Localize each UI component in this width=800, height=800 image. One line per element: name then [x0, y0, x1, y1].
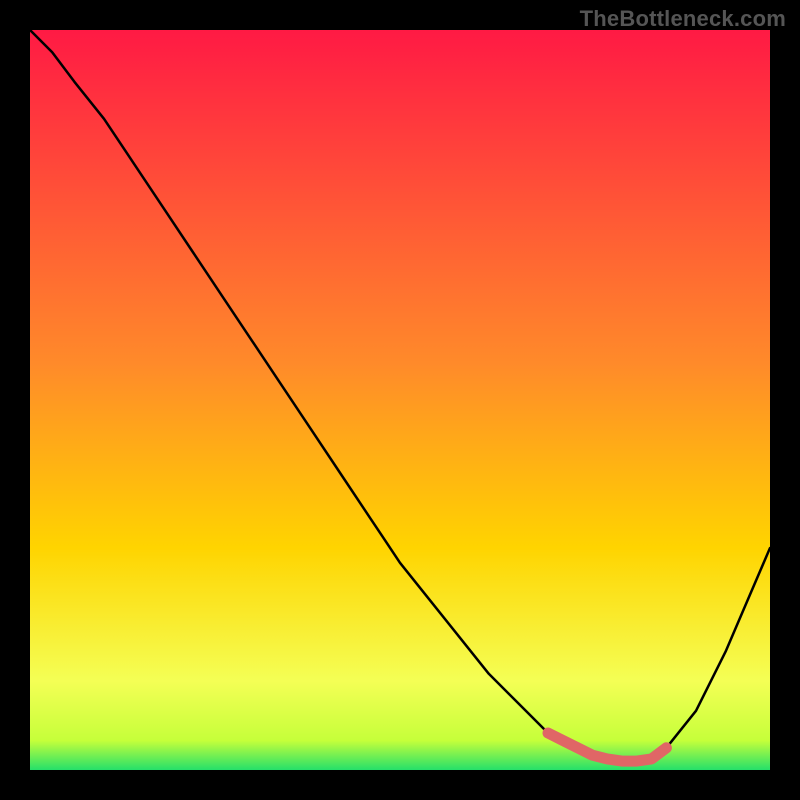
watermark-text: TheBottleneck.com — [580, 6, 786, 32]
plot-area — [30, 30, 770, 770]
gradient-background — [30, 30, 770, 770]
chart-frame: TheBottleneck.com — [0, 0, 800, 800]
plot-svg — [30, 30, 770, 770]
